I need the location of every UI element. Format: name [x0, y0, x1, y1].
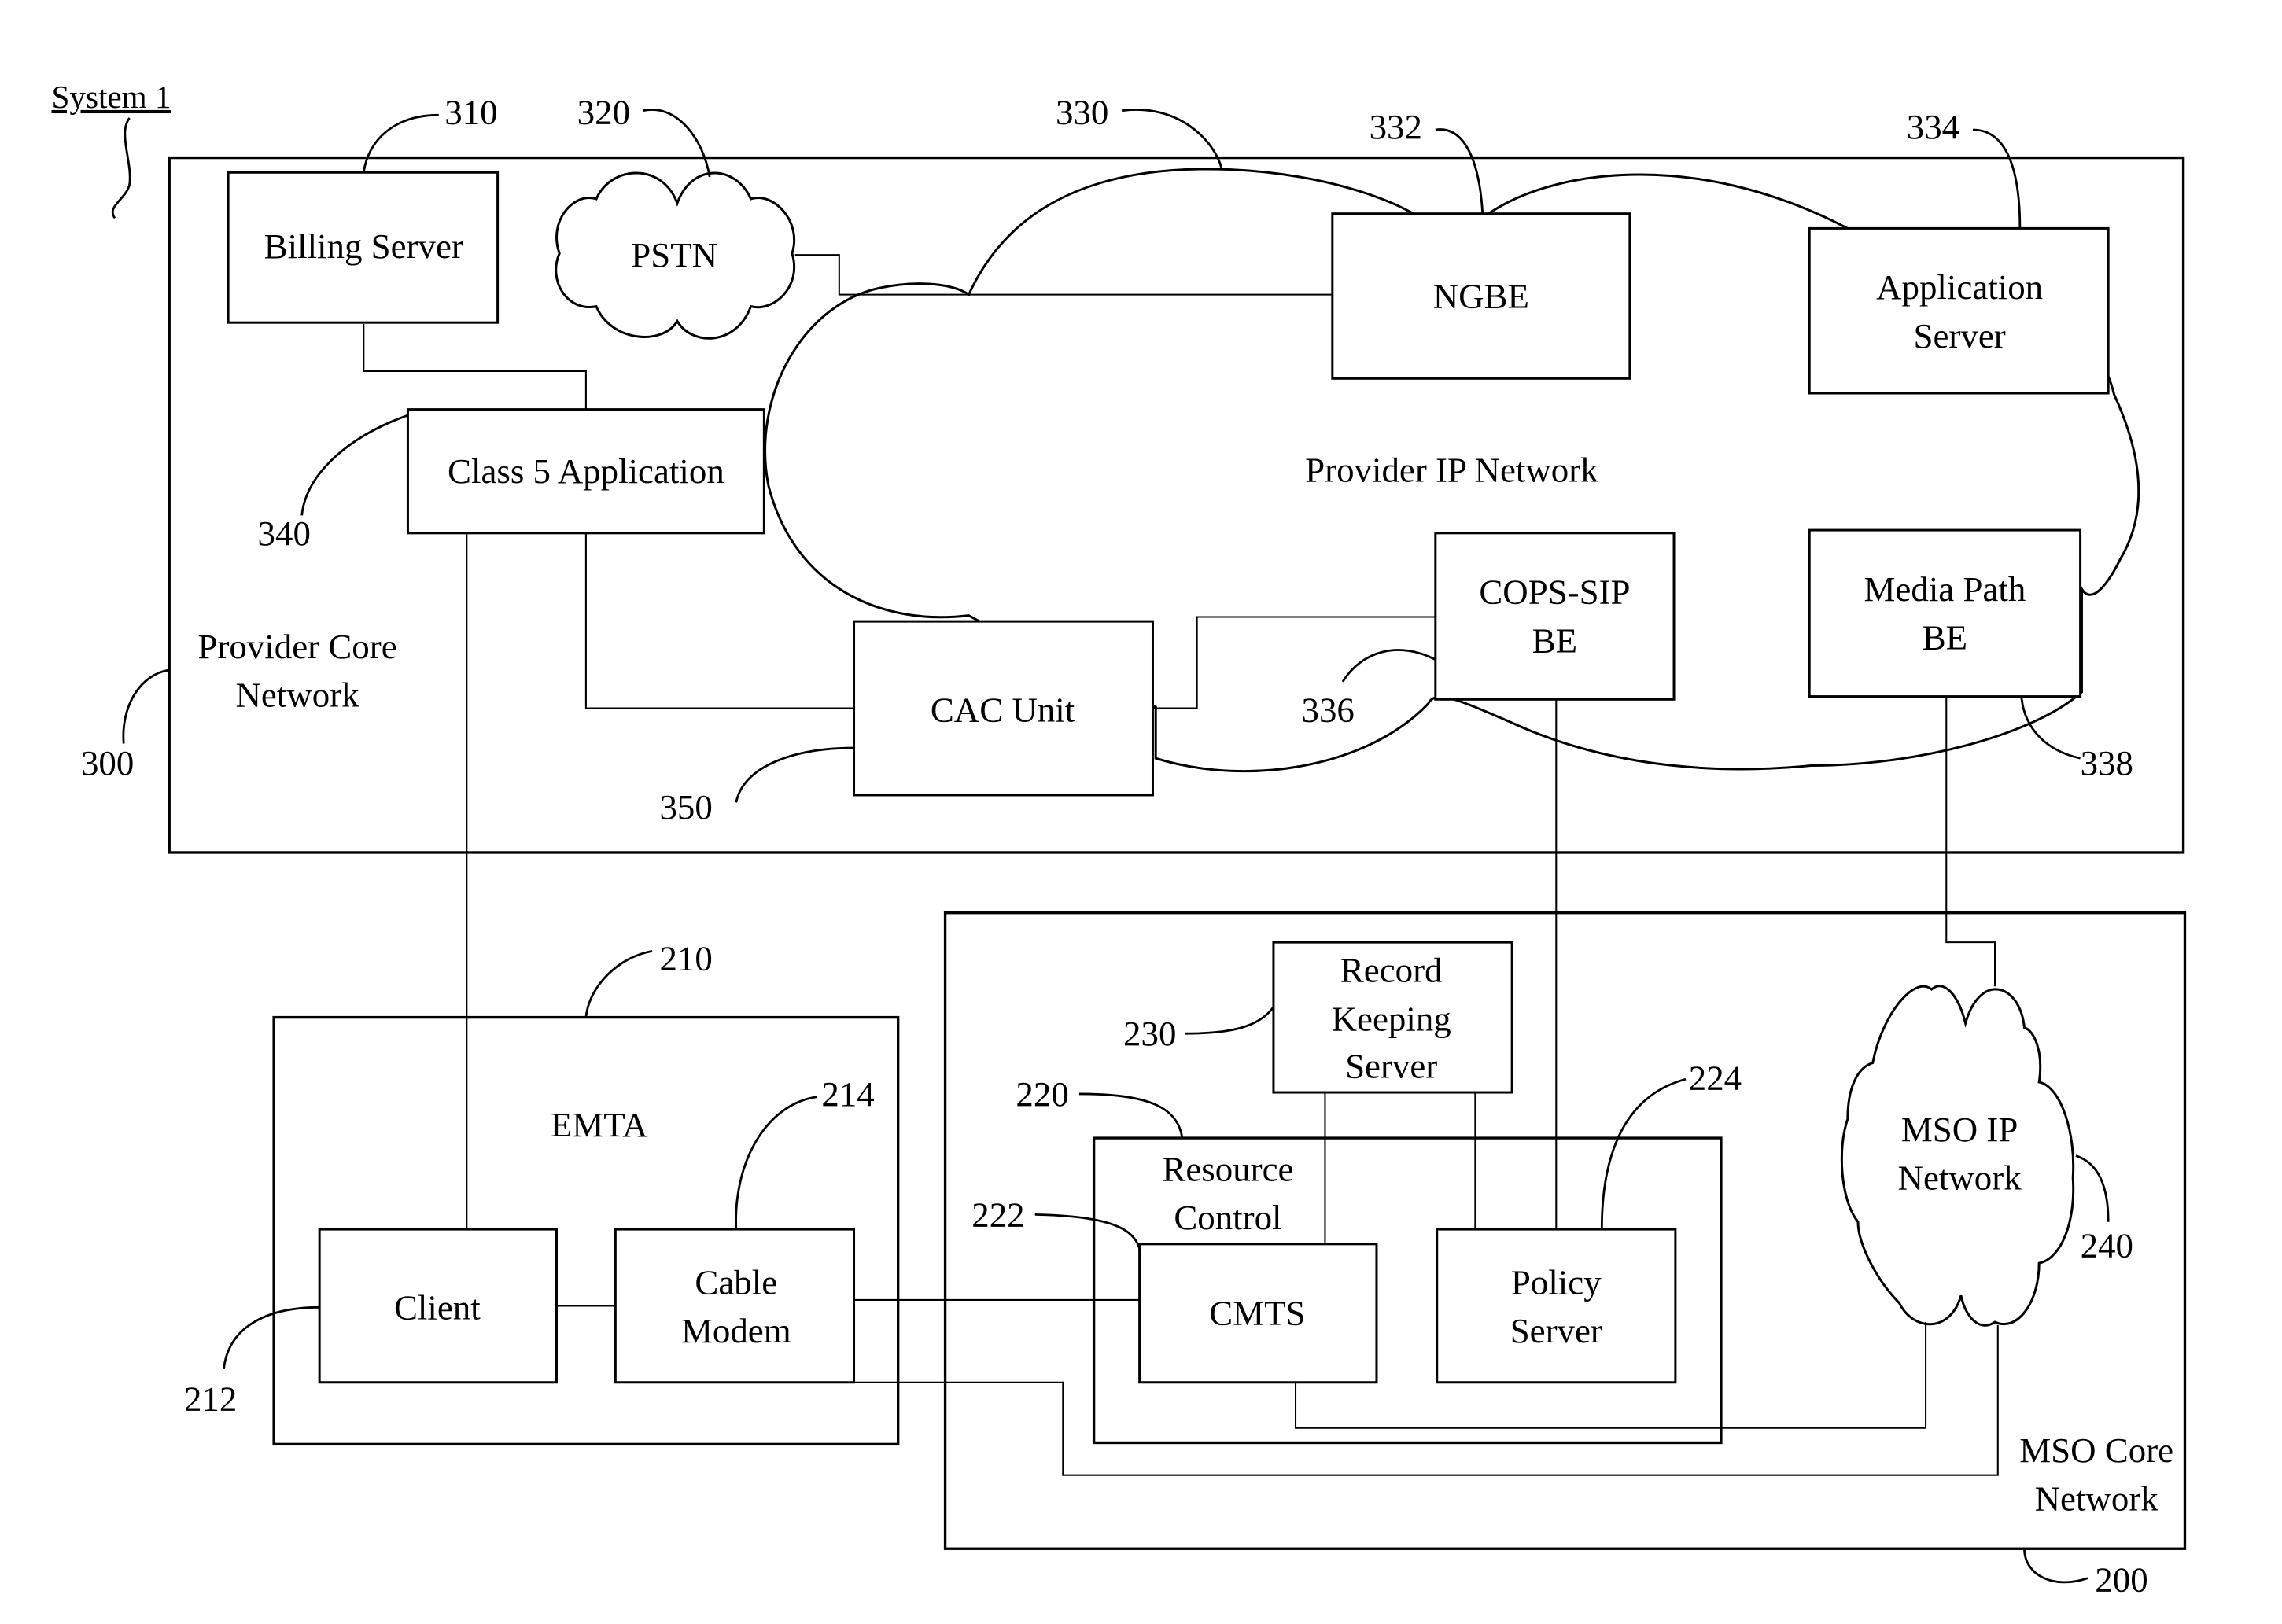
ref-222: 222: [971, 1195, 1024, 1234]
ref-220-leader: [1078, 1092, 1184, 1139]
ref-330-leader: [1121, 109, 1223, 170]
ref-230-leader: [1185, 1006, 1275, 1035]
mso-core-label-line2: Network: [2035, 1479, 2159, 1519]
ref-224-leader: [1600, 1077, 1687, 1230]
media-path-be-label-line2: BE: [1923, 618, 1967, 657]
resource-control-label-line2: Control: [1174, 1198, 1281, 1237]
ref-210: 210: [659, 939, 712, 978]
ref-240-leader: [2075, 1154, 2110, 1222]
ref-210-leader: [584, 949, 653, 1018]
ngbe-label-text: NGBE: [1433, 276, 1529, 315]
cable-modem-box[interactable]: [614, 1228, 856, 1384]
ref-214: 214: [821, 1074, 874, 1114]
provider-core-label-line2: Network: [235, 676, 359, 715]
ref-220: 220: [1016, 1074, 1068, 1114]
ref-240: 240: [2081, 1226, 2133, 1265]
billing-server-label: Billing Server: [264, 226, 463, 266]
ref-310-leader: [362, 113, 439, 173]
ref-338: 338: [2081, 743, 2133, 783]
resource-control-label-line1: Resource: [1162, 1149, 1293, 1188]
ref-320-leader: [643, 109, 711, 178]
ref-224: 224: [1689, 1058, 1742, 1097]
cops-sip-be-label-line2: BE: [1532, 621, 1577, 660]
client-label: Client: [394, 1287, 481, 1327]
cable-modem-label-line1: Cable: [695, 1262, 777, 1302]
ref-212: 212: [184, 1379, 237, 1418]
system-diagram: System 1 Provider Core Network 300 Provi…: [52, 79, 2187, 1600]
ref-320: 320: [577, 93, 630, 132]
cops-sip-be-label-line1: COPS-SIP: [1479, 573, 1630, 612]
ref-350-leader: [735, 746, 854, 803]
ref-340-leader: [300, 414, 408, 516]
cops-sip-be-box[interactable]: [1434, 532, 1676, 701]
ref-336: 336: [1302, 690, 1355, 729]
mso-ip-network-cloud: [1840, 985, 2075, 1327]
ref-330: 330: [1056, 93, 1108, 132]
ref-200-leader: [2023, 1549, 2088, 1584]
ref-332-leader: [1435, 128, 1484, 214]
modem-to-msoip-link: [853, 1324, 1999, 1476]
ref-214-leader: [735, 1096, 817, 1230]
ref-350: 350: [659, 787, 712, 827]
mso-ip-network-label-line2: Network: [1898, 1158, 2022, 1198]
mso-core-label-line1: MSO Core: [2019, 1431, 2173, 1470]
class5-application-label: Class 5 Application: [448, 451, 724, 491]
policy-server-box[interactable]: [1436, 1228, 1677, 1384]
record-keeping-label-line2: Keeping: [1332, 999, 1451, 1038]
billing-to-class5-link: [363, 324, 587, 410]
cac-unit-label: CAC Unit: [931, 690, 1075, 729]
application-server-label-line2: Server: [1914, 316, 2006, 355]
provider-ip-network-label: Provider IP Network: [1305, 450, 1598, 489]
policy-server-label-line2: Server: [1510, 1311, 1602, 1350]
system-leader-line: [111, 117, 131, 219]
ref-200: 200: [2095, 1560, 2147, 1600]
record-keeping-label-line1: Record: [1340, 951, 1443, 990]
application-server-label-line1: Application: [1876, 267, 2043, 307]
ref-340: 340: [258, 514, 311, 553]
ref-310: 310: [444, 93, 497, 132]
application-server-box[interactable]: [1808, 226, 2110, 395]
provider-core-label-line1: Provider Core: [197, 627, 396, 666]
pstn-label: PSTN: [631, 235, 717, 274]
emta-label: EMTA: [551, 1105, 648, 1144]
cmts-label: CMTS: [1209, 1294, 1305, 1333]
ref-300-leader: [122, 668, 170, 744]
policy-server-label-line1: Policy: [1511, 1262, 1602, 1302]
ref-300: 300: [81, 743, 134, 783]
ref-332: 332: [1370, 107, 1422, 146]
media-path-be-box[interactable]: [1808, 528, 2082, 698]
system-title: System 1: [52, 79, 171, 115]
ref-334: 334: [1907, 107, 1959, 146]
ref-212-leader: [223, 1305, 320, 1370]
ref-334-leader: [1972, 128, 2022, 229]
ref-230: 230: [1123, 1014, 1176, 1053]
media-path-be-label-line1: Media Path: [1864, 569, 2026, 609]
record-keeping-label-line3: Server: [1345, 1046, 1437, 1085]
cable-modem-label-line2: Modem: [681, 1311, 791, 1350]
mso-ip-network-label-line1: MSO IP: [1901, 1110, 2018, 1149]
ref-222-leader: [1034, 1213, 1141, 1249]
